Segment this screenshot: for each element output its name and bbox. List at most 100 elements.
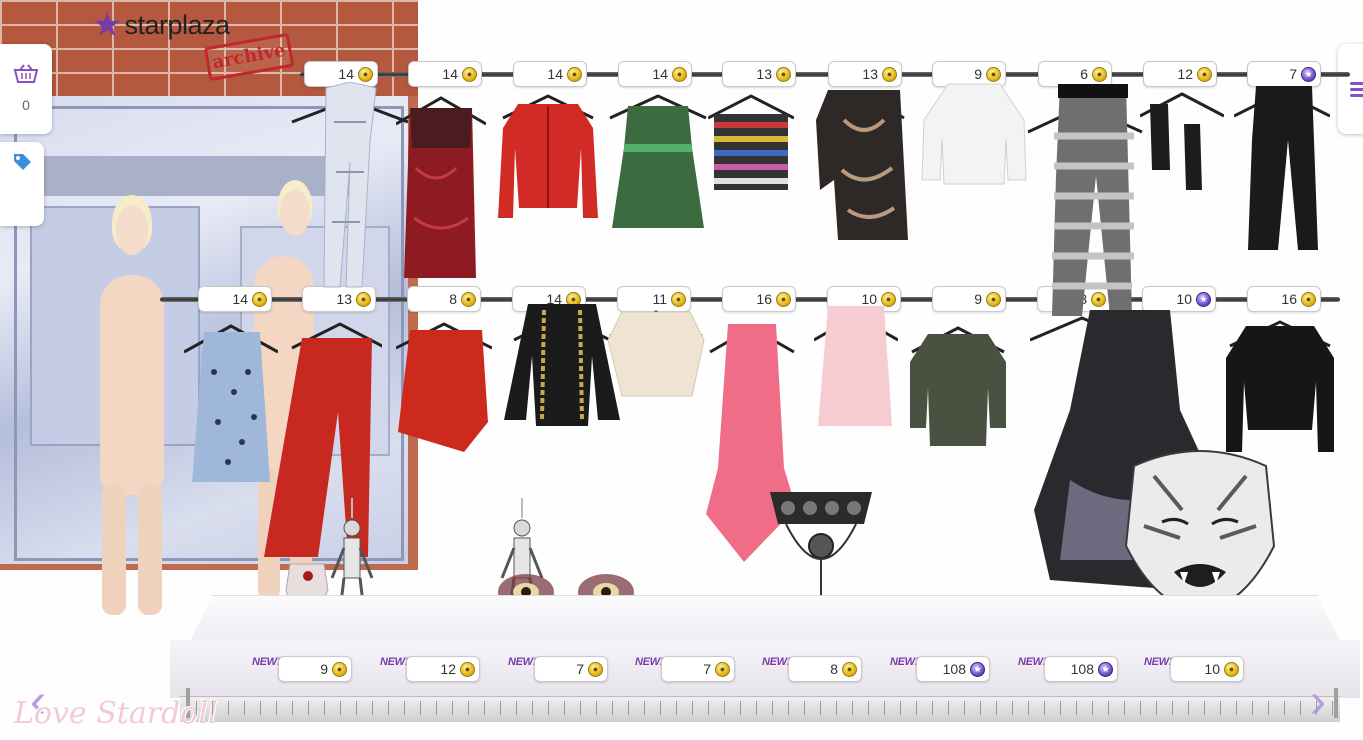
- price-tag[interactable]: 16 ●: [722, 286, 796, 312]
- price-tag[interactable]: 8●: [788, 656, 862, 682]
- item-black-top[interactable]: [1140, 80, 1224, 200]
- stardollar-icon: ★: [970, 661, 985, 677]
- ruler-tick: [1060, 701, 1061, 715]
- watermark-text: Love Stardoll: [14, 696, 218, 731]
- ruler-tick: [1204, 701, 1205, 715]
- item-military-jacket[interactable]: [906, 318, 1010, 448]
- item-green-ruffle-dress[interactable]: [606, 88, 710, 238]
- ruler-tick: [532, 701, 533, 715]
- ruler-tick: [1316, 701, 1317, 715]
- coin-icon: ●: [462, 66, 477, 82]
- ruler-tick: [1076, 701, 1077, 715]
- ruler-tick: [292, 701, 293, 715]
- tag-panel[interactable]: [0, 142, 44, 226]
- price-tag[interactable]: 14 ●: [513, 61, 587, 87]
- ruler-tick: [1300, 701, 1301, 715]
- ruler-tick: [484, 701, 485, 715]
- ruler-tick: [404, 701, 405, 715]
- ruler-tick: [1172, 701, 1173, 715]
- item-black-print-dress[interactable]: [814, 80, 914, 245]
- ruler-tick: [980, 701, 981, 715]
- basket-panel[interactable]: 0: [0, 44, 52, 134]
- price-tag[interactable]: 108 ★: [1044, 656, 1118, 682]
- price-tag[interactable]: 16 ●: [1247, 286, 1321, 312]
- menu-icon: [1350, 79, 1363, 100]
- coin-icon: ●: [715, 661, 730, 677]
- item-wolf-mask[interactable]: [1124, 446, 1276, 614]
- ruler-tick: [772, 701, 773, 715]
- item-cream-lace-top[interactable]: [606, 300, 706, 400]
- ruler-tick: [1236, 701, 1237, 715]
- item-printed-jeans[interactable]: [290, 82, 410, 292]
- ruler-tick: [500, 701, 501, 715]
- price-tag[interactable]: 14 ●: [198, 286, 272, 312]
- ruler-tick: [852, 701, 853, 715]
- price-tag[interactable]: 14 ●: [408, 61, 482, 87]
- price-tag[interactable]: 108 ★: [916, 656, 990, 682]
- ruler-tick: [804, 701, 805, 715]
- chevron-right-icon[interactable]: ›: [1310, 678, 1326, 726]
- ruler-tick: [900, 701, 901, 715]
- ruler-tick: [436, 701, 437, 715]
- starplaza-logo[interactable]: ★ starplaza: [92, 8, 230, 42]
- price-tag[interactable]: 14 ●: [618, 61, 692, 87]
- menu-panel[interactable]: [1338, 44, 1363, 134]
- ruler-tick: [820, 701, 821, 715]
- ruler-tick: [1108, 701, 1109, 715]
- basket-icon: [13, 64, 39, 89]
- coin-icon: ●: [252, 291, 267, 307]
- ruler-tick: [868, 701, 869, 715]
- ruler-tick: [676, 701, 677, 715]
- new-badge: NEW!: [508, 656, 537, 668]
- item-red-lace-dress[interactable]: [396, 88, 486, 288]
- coin-icon: ●: [776, 291, 791, 307]
- new-badge: NEW!: [635, 656, 664, 668]
- item-striped-skirt[interactable]: [708, 88, 794, 192]
- ruler-tick: [644, 701, 645, 715]
- ruler-tick: [1092, 701, 1093, 715]
- new-badge: NEW!: [1018, 656, 1047, 668]
- price-tag[interactable]: 7 ●: [534, 656, 608, 682]
- ruler-tick: [244, 701, 245, 715]
- ruler-tick: [228, 701, 229, 715]
- item-white-shirt[interactable]: [918, 80, 1030, 192]
- ruler-tick: [276, 701, 277, 715]
- ruler-tick: [372, 701, 373, 715]
- new-badge: NEW!: [252, 656, 281, 668]
- stardollar-icon: ★: [1098, 661, 1113, 677]
- price-tag[interactable]: 13 ●: [722, 61, 796, 87]
- ruler-tick: [740, 701, 741, 715]
- ruler-tick: [420, 701, 421, 715]
- new-badge: NEW!: [1144, 656, 1173, 668]
- doll-front: [60, 195, 180, 625]
- item-black-tights[interactable]: [1234, 80, 1330, 260]
- ruler-tick: [932, 701, 933, 715]
- price-tag[interactable]: 9 ●: [278, 656, 352, 682]
- item-light-pink-dress[interactable]: [814, 300, 898, 430]
- coin-icon: ●: [460, 661, 475, 677]
- price-tag[interactable]: 8●: [407, 286, 481, 312]
- coin-icon: ●: [986, 291, 1001, 307]
- ruler-tick: [1220, 701, 1221, 715]
- price-tag[interactable]: 9 ●: [932, 286, 1006, 312]
- display-table-top: [190, 595, 1340, 641]
- ruler-tick: [756, 701, 757, 715]
- ruler-tick: [836, 701, 837, 715]
- ruler-tick: [1124, 701, 1125, 715]
- ruler-tick: [452, 701, 453, 715]
- ruler-tick: [1012, 701, 1013, 715]
- ruler-tick: [1284, 701, 1285, 715]
- ruler-tick: [1332, 701, 1333, 715]
- price-tag[interactable]: 10 ●: [1170, 656, 1244, 682]
- ruler-tick: [1140, 701, 1141, 715]
- coin-icon: ●: [356, 291, 371, 307]
- item-striped-tights[interactable]: [1024, 76, 1146, 326]
- item-red-skirt[interactable]: [396, 312, 492, 458]
- ruler-tick: [1028, 701, 1029, 715]
- price-tag[interactable]: 7 ●: [661, 656, 735, 682]
- price-tag[interactable]: 12 ●: [406, 656, 480, 682]
- ruler-tick: [788, 701, 789, 715]
- item-red-leather-jacket[interactable]: [493, 88, 603, 228]
- ruler-tick: [340, 701, 341, 715]
- item-black-biker-jacket[interactable]: [1224, 312, 1336, 458]
